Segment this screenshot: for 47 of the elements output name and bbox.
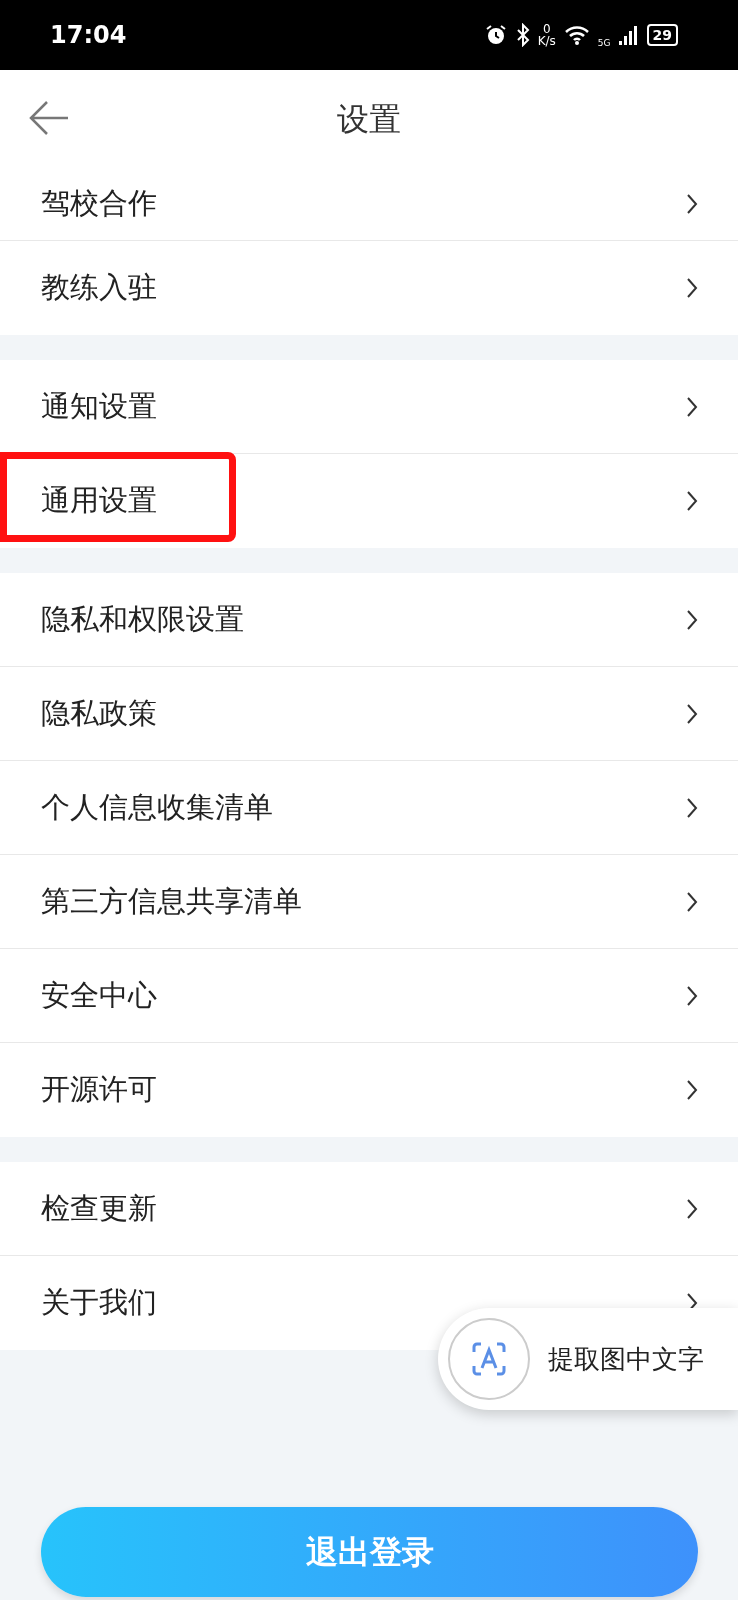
- clock-time: 17:04: [50, 20, 127, 51]
- chevron-right-icon: [686, 796, 698, 819]
- chevron-right-icon: [686, 1197, 698, 1220]
- chevron-right-icon: [686, 395, 698, 418]
- chevron-right-icon: [686, 277, 698, 299]
- bluetooth-icon: [515, 23, 530, 47]
- chevron-right-icon: [686, 984, 698, 1007]
- settings-label: 教练入驻: [41, 269, 157, 307]
- settings-label: 通知设置: [41, 387, 157, 425]
- settings-row[interactable]: 驾校合作: [0, 167, 738, 241]
- wifi-icon: [563, 24, 590, 46]
- settings-label: 个人信息收集清单: [41, 788, 273, 826]
- text-scan-icon: [471, 1342, 507, 1376]
- settings-row[interactable]: 通知设置: [0, 360, 738, 454]
- settings-row[interactable]: 检查更新: [0, 1162, 738, 1256]
- back-arrow-icon[interactable]: [28, 100, 70, 136]
- settings-label: 安全中心: [41, 976, 157, 1014]
- floating-tool-label: 提取图中文字: [548, 1342, 704, 1376]
- settings-row[interactable]: 隐私和权限设置: [0, 573, 738, 667]
- settings-row[interactable]: 开源许可: [0, 1043, 738, 1137]
- settings-label: 第三方信息共享清单: [41, 882, 302, 920]
- settings-row[interactable]: 教练入驻: [0, 241, 738, 335]
- page-title: 设置: [337, 98, 401, 140]
- settings-label: 驾校合作: [41, 184, 157, 222]
- chevron-right-icon: [686, 192, 698, 215]
- chevron-right-icon: [686, 702, 698, 725]
- chevron-right-icon: [686, 608, 698, 631]
- settings-row[interactable]: 第三方信息共享清单: [0, 855, 738, 949]
- network-label: 5G: [597, 37, 611, 51]
- settings-row[interactable]: 隐私政策: [0, 667, 738, 761]
- settings-label: 通用设置: [41, 482, 157, 520]
- signal-icon: [618, 25, 639, 45]
- battery-level: 29: [646, 24, 678, 46]
- settings-label: 隐私政策: [41, 694, 157, 732]
- settings-row[interactable]: 通用设置: [0, 454, 738, 548]
- settings-label: 开源许可: [41, 1071, 157, 1109]
- settings-label: 检查更新: [41, 1189, 157, 1227]
- speed-unit: K/s: [537, 35, 556, 47]
- settings-label: 隐私和权限设置: [41, 600, 244, 638]
- chevron-right-icon: [686, 890, 698, 913]
- speed-value: 0: [542, 23, 551, 35]
- settings-row[interactable]: 个人信息收集清单: [0, 761, 738, 855]
- chevron-right-icon: [686, 1079, 698, 1101]
- settings-label: 关于我们: [41, 1284, 157, 1322]
- chevron-right-icon: [686, 490, 698, 512]
- floating-tool-panel[interactable]: 提取图中文字: [438, 1308, 738, 1410]
- settings-row[interactable]: 安全中心: [0, 949, 738, 1043]
